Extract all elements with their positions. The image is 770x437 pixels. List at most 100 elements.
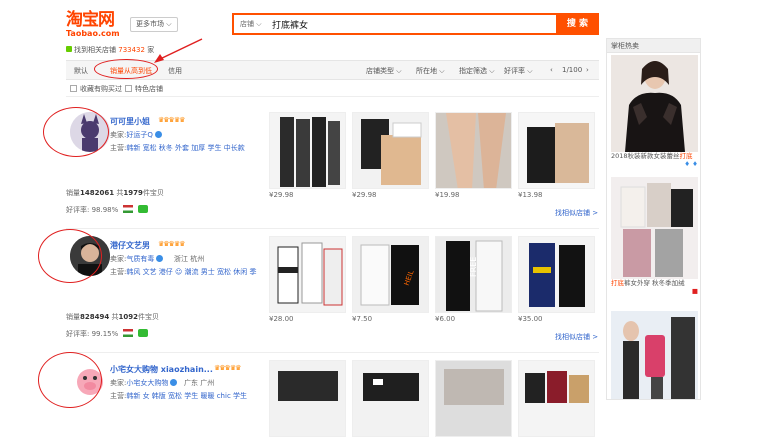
shop-name[interactable]: 可可里小姐 bbox=[110, 116, 150, 127]
product-card[interactable]: ¥13.98 bbox=[518, 112, 595, 199]
rate-value: 98.98% bbox=[91, 206, 119, 214]
vip-icon bbox=[154, 131, 162, 138]
product-image: FREE bbox=[435, 236, 512, 313]
product-card[interactable]: ¥29.98 bbox=[352, 112, 429, 199]
main-products: 主营:韩新 宽松 秋冬 外套 加厚 学生 中长款 bbox=[110, 143, 260, 153]
product-image bbox=[435, 360, 512, 437]
items-suffix: 件宝贝 bbox=[137, 313, 159, 321]
product-image bbox=[352, 112, 429, 189]
rate-label: 好评率: bbox=[66, 330, 90, 338]
hot-sale-sidebar: 掌柜热卖 2018秋装新款女装蕾丝打底 ♦ ♦ 打底裤女外穿 秋冬季加绒 ■ bbox=[606, 38, 701, 400]
similar-shops-link[interactable]: 找相似店铺 > bbox=[555, 208, 598, 218]
flag-icon bbox=[123, 329, 134, 337]
seller-link[interactable]: 好运子Q bbox=[126, 131, 153, 139]
shop-rate: 好评率: 98.98% bbox=[66, 205, 149, 215]
similar-shops-link[interactable]: 找相似店铺 > bbox=[555, 332, 598, 342]
sidebar-product-title[interactable]: 2018秋装新款女装蕾丝打底 bbox=[611, 152, 698, 160]
product-price: ¥29.98 bbox=[269, 191, 294, 199]
product-price: ¥7.50 bbox=[352, 315, 373, 323]
product-card[interactable] bbox=[269, 360, 346, 437]
checkbox-purchased[interactable]: 收藏有购买过 bbox=[70, 84, 122, 94]
sidebar-product-title-text: 2018秋装新款女装蕾丝 bbox=[611, 152, 680, 160]
chevron-down-icon: ⌵ bbox=[489, 67, 495, 75]
product-price: ¥35.00 bbox=[518, 315, 543, 323]
sidebar-product-1[interactable]: 2018秋装新款女装蕾丝打底 ♦ ♦ bbox=[611, 55, 698, 168]
more-markets-dropdown[interactable]: 更多市场 ⌵ bbox=[130, 17, 178, 32]
result-count: 找到相关店铺 733432 家 bbox=[66, 45, 154, 55]
sort-credit[interactable]: 信用 bbox=[168, 66, 182, 76]
filter-designated[interactable]: 指定筛选 ⌵ bbox=[459, 66, 495, 76]
main-label: 主营: bbox=[110, 392, 127, 400]
shop-name[interactable]: 港仔文艺男 bbox=[110, 240, 150, 251]
sidebar-product-2[interactable]: 打底裤女外穿 秋冬季加绒 ■ bbox=[611, 177, 698, 295]
annotation-circle bbox=[43, 107, 109, 157]
product-card[interactable] bbox=[435, 360, 512, 437]
shop-result-3: 小宅女大购物 xiaozhain... ♛♛♛♛♛ 卖家:小宅女大购物 广东 广… bbox=[66, 356, 599, 437]
taobao-logo[interactable]: 淘宝网 Taobao.com bbox=[66, 10, 124, 38]
seller-info: 卖家:好运子Q bbox=[110, 130, 162, 140]
seller-label: 卖家: bbox=[110, 255, 127, 263]
product-image bbox=[518, 236, 595, 313]
main-products-text[interactable]: 韩新 宽松 秋冬 外套 加厚 学生 中长款 bbox=[126, 144, 244, 152]
annotation-arrow bbox=[154, 38, 203, 63]
shop-name[interactable]: 小宅女大购物 xiaozhain... bbox=[110, 364, 213, 375]
product-card[interactable]: HEIL ¥7.50 bbox=[352, 236, 429, 323]
product-card[interactable] bbox=[352, 360, 429, 437]
sales-label: 销量 bbox=[66, 313, 80, 321]
product-image: HEIL bbox=[352, 236, 429, 313]
chevron-down-icon: ⌵ bbox=[396, 67, 402, 75]
check-icon bbox=[66, 46, 72, 52]
product-card[interactable]: ¥28.00 bbox=[269, 236, 346, 323]
shop-stats: 销量828494 共1092件宝贝 bbox=[66, 312, 159, 322]
seller-link[interactable]: 小宅女大购物 bbox=[126, 379, 168, 387]
product-image bbox=[269, 112, 346, 189]
checkbox-special-label: 特色店铺 bbox=[135, 85, 163, 93]
search-type-select[interactable]: 店铺 ⌵ bbox=[240, 19, 262, 29]
product-image bbox=[518, 360, 595, 437]
product-card[interactable]: ¥19.98 bbox=[435, 112, 512, 199]
annotation-circle bbox=[38, 229, 102, 283]
shop-location: 浙江 杭州 bbox=[174, 255, 205, 263]
product-price: ¥29.98 bbox=[352, 191, 377, 199]
product-price: ¥28.00 bbox=[269, 315, 294, 323]
search-input[interactable]: 打底裤女 bbox=[272, 18, 308, 31]
sidebar-product-3[interactable] bbox=[611, 311, 698, 399]
prev-page-icon[interactable]: ‹ bbox=[550, 66, 553, 74]
items-count: 1092 bbox=[118, 313, 138, 321]
seller-badges: ♦ ♦ bbox=[684, 160, 698, 168]
seller-label: 卖家: bbox=[110, 131, 127, 139]
filter-rating[interactable]: 好评率 ⌵ bbox=[504, 66, 533, 76]
svg-text:FREE: FREE bbox=[469, 257, 478, 277]
product-image bbox=[352, 360, 429, 437]
sidebar-product-title[interactable]: 打底裤女外穿 秋冬季加绒 bbox=[611, 279, 698, 287]
checkbox-icon bbox=[125, 85, 132, 92]
product-card[interactable]: FREE ¥6.00 bbox=[435, 236, 512, 323]
crown-rating-icon: ♛♛♛♛♛ bbox=[158, 116, 185, 124]
product-image bbox=[518, 112, 595, 189]
filter-designated-label: 指定筛选 bbox=[459, 67, 487, 75]
main-products-text[interactable]: 韩风 文艺 港仔 ☺ 潮流 男士 宽松 休闲 季 bbox=[126, 268, 256, 276]
search-box[interactable]: 店铺 ⌵ 打底裤女 bbox=[232, 13, 558, 35]
items-suffix: 件宝贝 bbox=[142, 189, 164, 197]
search-button[interactable]: 搜 索 bbox=[556, 13, 599, 35]
seller-link[interactable]: 气质有毒 bbox=[126, 255, 154, 263]
checkbox-special[interactable]: 特色店铺 bbox=[125, 84, 163, 94]
filter-location[interactable]: 所在地 ⌵ bbox=[416, 66, 445, 76]
result-count-number: 733432 bbox=[118, 46, 145, 54]
product-card[interactable]: ¥35.00 bbox=[518, 236, 595, 323]
shop-result-1: 可可里小姐 ♛♛♛♛♛ 卖家:好运子Q 主营:韩新 宽松 秋冬 外套 加厚 学生… bbox=[66, 108, 599, 228]
seller-info: 卖家:小宅女大购物 bbox=[110, 378, 178, 388]
sidebar-product-title-highlight: 打底 bbox=[679, 152, 693, 160]
filter-shop-type[interactable]: 店铺类型 ⌵ bbox=[366, 66, 402, 76]
product-price: ¥13.98 bbox=[518, 191, 543, 199]
main-products-text[interactable]: 韩新 女 韩版 宽松 学生 暖暖 chic 学生 bbox=[126, 392, 247, 400]
sort-default[interactable]: 默认 bbox=[74, 66, 88, 76]
next-page-icon[interactable]: › bbox=[586, 66, 589, 74]
flag-icon bbox=[123, 205, 134, 213]
sidebar-product-title-text: 裤女外穿 秋冬季加绒 bbox=[624, 279, 685, 287]
product-card[interactable] bbox=[518, 360, 595, 437]
checkbox-purchased-label: 收藏有购买过 bbox=[80, 85, 122, 93]
crown-rating-icon: ♛♛♛♛♛ bbox=[158, 240, 185, 248]
product-card[interactable]: ¥29.98 bbox=[269, 112, 346, 199]
crown-rating-icon: ♛♛♛♛♛ bbox=[214, 364, 241, 372]
